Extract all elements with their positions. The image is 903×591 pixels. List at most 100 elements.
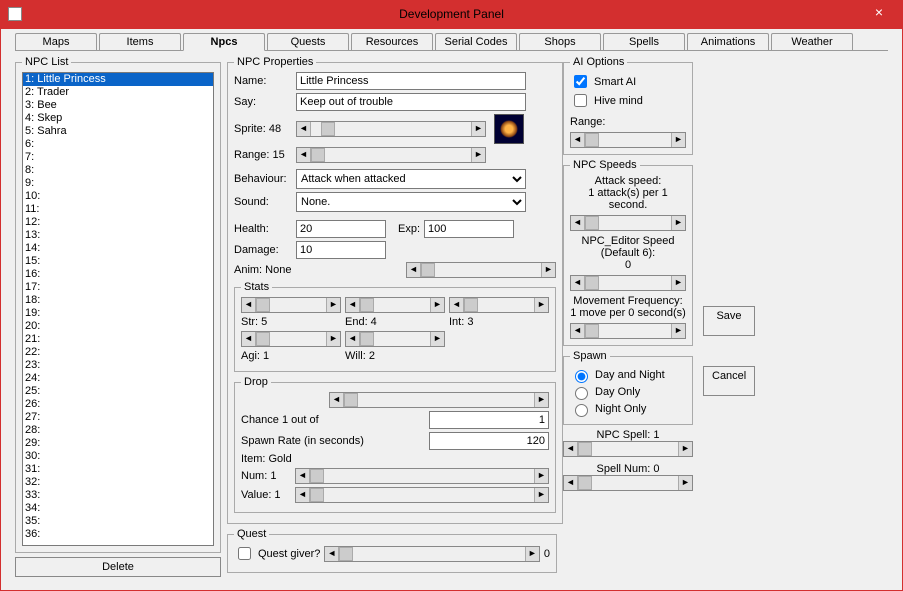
tab-spells[interactable]: Spells (603, 33, 685, 51)
npc-list-group: NPC List 1: Little Princess2: Trader3: B… (15, 56, 221, 553)
list-item[interactable]: 9: (23, 177, 213, 190)
list-item[interactable]: 11: (23, 203, 213, 216)
list-item[interactable]: 26: (23, 398, 213, 411)
list-item[interactable]: 12: (23, 216, 213, 229)
list-item[interactable]: 4: Skep (23, 112, 213, 125)
spell-num-label: Spell Num: 0 (563, 463, 693, 475)
list-item[interactable]: 31: (23, 463, 213, 476)
num-label: Num: 1 (241, 470, 291, 482)
editor-speed-scroll[interactable]: ◄► (570, 275, 686, 291)
anim-scroll[interactable]: ◄► (406, 262, 556, 278)
tab-shops[interactable]: Shops (519, 33, 601, 51)
window-titlebar: Development Panel × (0, 0, 903, 28)
tab-resources[interactable]: Resources (351, 33, 433, 51)
smart-ai-checkbox[interactable]: Smart AI (570, 72, 636, 91)
move-freq-scroll[interactable]: ◄► (570, 323, 686, 339)
list-item[interactable]: 19: (23, 307, 213, 320)
list-item[interactable]: 25: (23, 385, 213, 398)
sound-select[interactable]: None. (296, 192, 526, 212)
value-label: Value: 1 (241, 489, 291, 501)
list-item[interactable]: 23: (23, 359, 213, 372)
spawn-option[interactable]: Day and Night (570, 367, 686, 383)
drop-scroll[interactable]: ◄► (329, 392, 549, 408)
name-label: Name: (234, 75, 292, 87)
will-scroll[interactable]: ◄► (345, 331, 445, 347)
list-item[interactable]: 8: (23, 164, 213, 177)
say-input[interactable] (296, 93, 526, 111)
int-label: Int: 3 (449, 316, 549, 328)
list-item[interactable]: 5: Sahra (23, 125, 213, 138)
damage-input[interactable] (296, 241, 386, 259)
quest-scroll[interactable]: ◄► (324, 546, 540, 562)
list-item[interactable]: 13: (23, 229, 213, 242)
list-item[interactable]: 36: (23, 528, 213, 541)
spell-num-scroll[interactable]: ◄► (563, 475, 693, 491)
list-item[interactable]: 35: (23, 515, 213, 528)
delete-button[interactable]: Delete (15, 557, 221, 577)
close-icon[interactable]: × (867, 4, 891, 20)
list-item[interactable]: 14: (23, 242, 213, 255)
tab-maps[interactable]: Maps (15, 33, 97, 51)
list-item[interactable]: 21: (23, 333, 213, 346)
exp-input[interactable] (424, 220, 514, 238)
list-item[interactable]: 27: (23, 411, 213, 424)
health-input[interactable] (296, 220, 386, 238)
list-item[interactable]: 10: (23, 190, 213, 203)
tab-quests[interactable]: Quests (267, 33, 349, 51)
list-item[interactable]: 7: (23, 151, 213, 164)
value-scroll[interactable]: ◄► (295, 487, 549, 503)
drop-group: Drop ◄► Chance 1 out of Spawn Rate (in s… (234, 376, 556, 513)
list-item[interactable]: 15: (23, 255, 213, 268)
num-scroll[interactable]: ◄► (295, 468, 549, 484)
list-item[interactable]: 34: (23, 502, 213, 515)
behaviour-select[interactable]: Attack when attacked (296, 169, 526, 189)
str-scroll[interactable]: ◄► (241, 297, 341, 313)
agi-scroll[interactable]: ◄► (241, 331, 341, 347)
list-item[interactable]: 22: (23, 346, 213, 359)
sprite-scroll[interactable]: ◄► (296, 121, 486, 137)
cancel-button[interactable]: Cancel (703, 366, 755, 396)
tab-animations[interactable]: Animations (687, 33, 769, 51)
npc-listbox[interactable]: 1: Little Princess2: Trader3: Bee4: Skep… (22, 72, 214, 546)
list-item[interactable]: 20: (23, 320, 213, 333)
list-item[interactable]: 1: Little Princess (23, 73, 213, 86)
spawn-option[interactable]: Day Only (570, 384, 686, 400)
chance-input[interactable] (429, 411, 549, 429)
tab-items[interactable]: Items (99, 33, 181, 51)
list-item[interactable]: 6: (23, 138, 213, 151)
spawn-group: Spawn Day and NightDay OnlyNight Only (563, 350, 693, 425)
spawn-option[interactable]: Night Only (570, 401, 686, 417)
tab-weather[interactable]: Weather (771, 33, 853, 51)
list-item[interactable]: 33: (23, 489, 213, 502)
spawnrate-label: Spawn Rate (in seconds) (241, 435, 425, 447)
list-item[interactable]: 2: Trader (23, 86, 213, 99)
list-item[interactable]: 18: (23, 294, 213, 307)
npc-properties-legend: NPC Properties (234, 56, 316, 68)
list-item[interactable]: 17: (23, 281, 213, 294)
save-button[interactable]: Save (703, 306, 755, 336)
list-item[interactable]: 24: (23, 372, 213, 385)
ai-options-group: AI Options Smart AI Hive mind Range: ◄► (563, 56, 693, 155)
list-item[interactable]: 28: (23, 424, 213, 437)
hive-mind-checkbox[interactable]: Hive mind (570, 91, 643, 110)
move-freq-value: 1 move per 0 second(s) (570, 307, 686, 319)
list-item[interactable]: 16: (23, 268, 213, 281)
npc-spell-scroll[interactable]: ◄► (563, 441, 693, 457)
spawnrate-input[interactable] (429, 432, 549, 450)
tab-strip: MapsItemsNpcsQuestsResourcesSerial Codes… (1, 29, 902, 51)
attack-speed-scroll[interactable]: ◄► (570, 215, 686, 231)
attack-speed-value: 1 attack(s) per 1 second. (570, 187, 686, 211)
list-item[interactable]: 32: (23, 476, 213, 489)
list-item[interactable]: 30: (23, 450, 213, 463)
list-item[interactable]: 3: Bee (23, 99, 213, 112)
name-input[interactable] (296, 72, 526, 90)
npc-list-legend: NPC List (22, 56, 71, 68)
int-scroll[interactable]: ◄► (449, 297, 549, 313)
ai-range-scroll[interactable]: ◄► (570, 132, 686, 148)
tab-serial-codes[interactable]: Serial Codes (435, 33, 517, 51)
list-item[interactable]: 29: (23, 437, 213, 450)
end-scroll[interactable]: ◄► (345, 297, 445, 313)
range-scroll[interactable]: ◄► (296, 147, 486, 163)
quest-giver-checkbox[interactable]: Quest giver? (234, 544, 320, 563)
tab-npcs[interactable]: Npcs (183, 33, 265, 51)
